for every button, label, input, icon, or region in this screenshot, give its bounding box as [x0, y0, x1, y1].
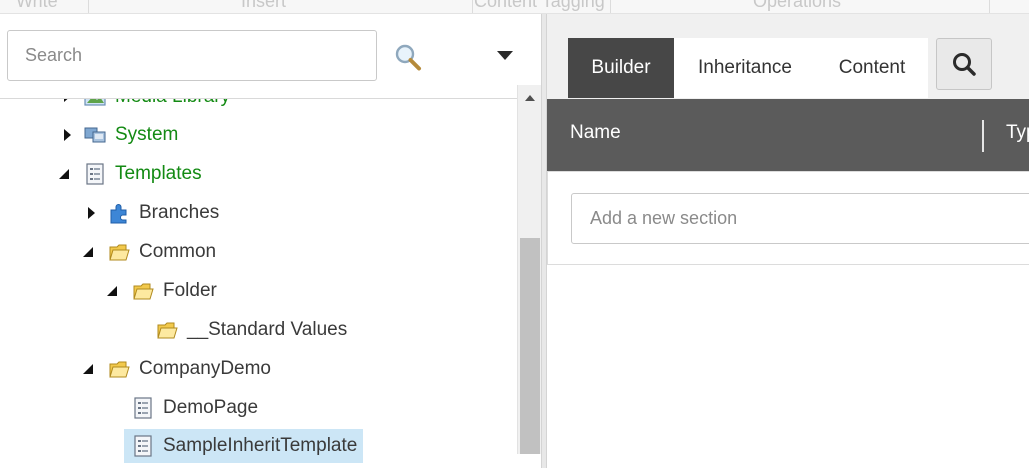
expand-arrow-icon[interactable]: [60, 128, 74, 142]
tree-item-label: Media Library: [115, 99, 230, 108]
tree-item-sampleinherittemplate[interactable]: SampleInheritTemplate: [124, 429, 364, 463]
tree-item-label: Common: [139, 241, 217, 262]
collapse-arrow-icon[interactable]: [57, 167, 71, 181]
media-library-icon: [84, 99, 106, 106]
template-editor-pane: Builder Inheritance Content Name Typ: [547, 14, 1029, 468]
new-section-row: [547, 171, 1029, 265]
add-section-input[interactable]: [571, 193, 1029, 244]
template-icon: [86, 163, 104, 185]
content-tree: Media Library System Templates: [0, 99, 541, 468]
tree-item-label: Templates: [115, 163, 202, 184]
expand-arrow-icon[interactable]: [84, 206, 98, 220]
template-icon: [134, 397, 152, 419]
tree-item-label: CompanyDemo: [139, 358, 271, 379]
magnifier-icon[interactable]: [393, 43, 423, 73]
collapse-arrow-icon[interactable]: [105, 284, 119, 298]
ribbon-separator: [610, 0, 611, 13]
tree-item-common[interactable]: Common: [108, 236, 216, 268]
caret-down-icon[interactable]: [494, 47, 516, 63]
expand-arrow-icon[interactable]: [60, 99, 74, 103]
ribbon-strip: Write Insert Content Tagging Operations: [0, 0, 1029, 14]
search-icon: [953, 53, 976, 76]
search-button[interactable]: [936, 38, 992, 90]
tree-item-label: SampleInheritTemplate: [163, 435, 358, 456]
tab-builder[interactable]: Builder: [568, 38, 674, 98]
builder-grid-header: Name Typ: [547, 99, 1029, 171]
scrollbar-thumb[interactable]: [520, 238, 540, 454]
tree-item-label: DemoPage: [163, 397, 259, 418]
tree-item-folder[interactable]: Folder: [132, 275, 217, 307]
tree-item-branches[interactable]: Branches: [108, 197, 219, 229]
folder-icon: [157, 322, 178, 339]
tab-inheritance[interactable]: Inheritance: [674, 38, 816, 98]
tree-search-bar: [0, 14, 541, 99]
branch-puzzle-icon: [110, 204, 127, 224]
column-header-type[interactable]: Typ: [1006, 122, 1029, 144]
tree-item-system[interactable]: System: [84, 119, 178, 151]
ribbon-separator: [88, 0, 89, 13]
column-header-name[interactable]: Name: [570, 122, 621, 144]
editor-tabs: Builder Inheritance Content: [547, 14, 1029, 99]
folder-icon: [109, 244, 130, 261]
tab-content[interactable]: Content: [816, 38, 928, 98]
column-divider[interactable]: [982, 120, 984, 152]
ribbon-separator: [989, 0, 990, 13]
tree-scrollbar[interactable]: [517, 85, 541, 454]
folder-icon: [133, 283, 154, 300]
tree-item-label: __Standard Values: [187, 319, 348, 340]
scroll-up-arrow-icon[interactable]: [524, 93, 536, 103]
ribbon-tab-insert[interactable]: Insert: [241, 0, 286, 12]
tree-item-templates[interactable]: Templates: [84, 158, 202, 190]
collapse-arrow-icon[interactable]: [81, 245, 95, 259]
ribbon-tab-content-tagging[interactable]: Content Tagging: [474, 0, 605, 12]
system-icon: [84, 127, 106, 143]
ribbon-separator: [472, 0, 473, 13]
ribbon-tab-write[interactable]: Write: [16, 0, 58, 12]
tree-item-standard-values[interactable]: __Standard Values: [156, 314, 347, 346]
content-tree-pane: Media Library System Templates: [0, 14, 541, 468]
tree-item-label: System: [115, 124, 179, 145]
collapse-arrow-icon[interactable]: [81, 362, 95, 376]
tree-item-media-library[interactable]: Media Library: [84, 99, 230, 113]
template-icon: [134, 435, 152, 457]
tree-item-companydemo[interactable]: CompanyDemo: [108, 353, 271, 385]
folder-icon: [109, 361, 130, 378]
tree-item-demopage[interactable]: DemoPage: [132, 392, 258, 424]
tree-item-label: Folder: [163, 280, 217, 301]
tree-item-label: Branches: [139, 202, 220, 223]
ribbon-tab-operations[interactable]: Operations: [753, 0, 841, 12]
search-input[interactable]: [7, 30, 377, 81]
